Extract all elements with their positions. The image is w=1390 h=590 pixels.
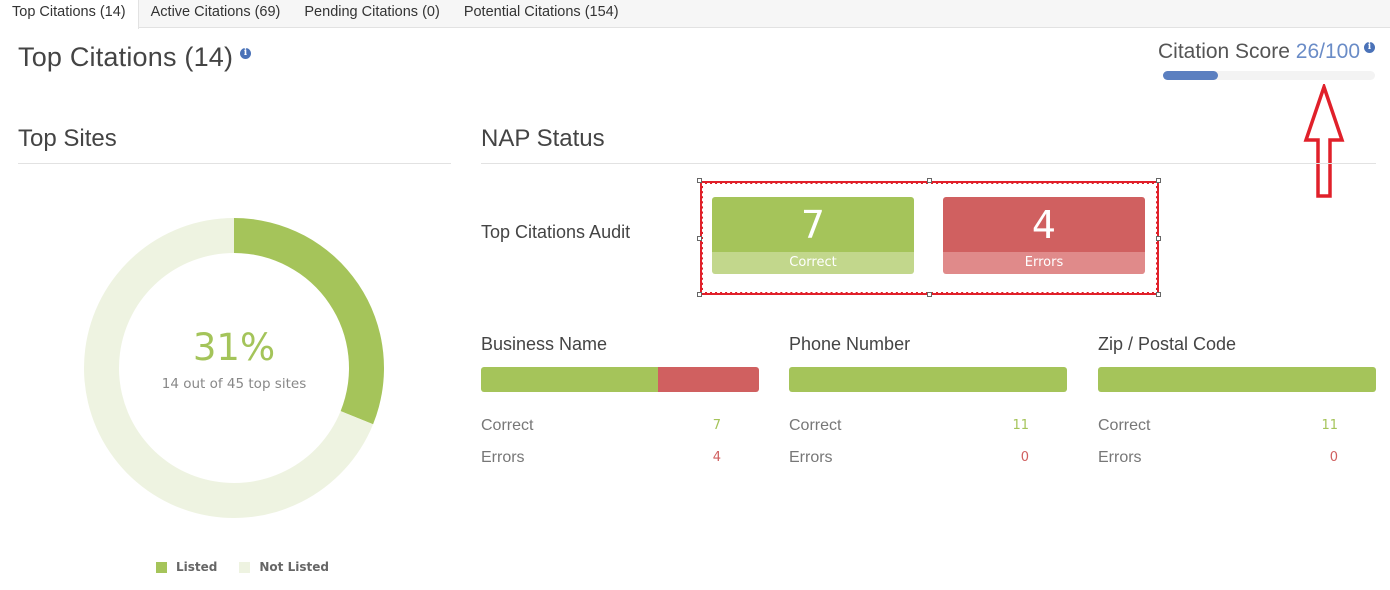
annotation-arrow-up-icon [1303, 84, 1345, 198]
selection-handle [1156, 292, 1161, 297]
legend-swatch-not-listed [239, 561, 251, 573]
legend-label-listed: Listed [176, 560, 218, 574]
donut-percent-label: 31% [192, 326, 276, 369]
audit-correct-label: Correct [712, 252, 914, 274]
audit-errors-label: Errors [943, 252, 1145, 274]
legend-item-listed[interactable]: Listed [156, 560, 217, 574]
citation-score-bar [1163, 71, 1375, 80]
nap-errors-label: Errors [481, 449, 525, 466]
nap-errors-value: 4 [712, 450, 721, 465]
nap-errors-row: Errors 0 [1098, 442, 1338, 474]
nap-errors-row: Errors 0 [789, 442, 1029, 474]
nap-field-business-name: Business Name Correct 7 Errors 4 [481, 334, 759, 474]
tab-pending-citations[interactable]: Pending Citations (0) [292, 0, 451, 28]
nap-correct-row: Correct 11 [1098, 410, 1338, 442]
nap-field-phone-number: Phone Number Correct 11 Errors 0 [789, 334, 1067, 474]
nap-correct-value: 11 [1321, 418, 1338, 433]
nap-field-zip-postal-code: Zip / Postal Code Correct 11 Errors 0 [1098, 334, 1376, 474]
donut-sub-label: 14 out of 45 top sites [161, 376, 307, 392]
nap-correct-label: Correct [789, 417, 842, 434]
tab-top-citations[interactable]: Top Citations (14) [0, 0, 139, 29]
nap-field-title: Phone Number [789, 334, 911, 354]
nap-errors-value: 0 [1329, 450, 1338, 465]
selection-handle [927, 292, 932, 297]
selection-handle [697, 292, 702, 297]
citation-score-value: 26/100 [1295, 40, 1360, 63]
tab-potential-citations[interactable]: Potential Citations (154) [452, 0, 631, 28]
legend-label-not-listed: Not Listed [259, 560, 329, 574]
legend-item-not-listed[interactable]: Not Listed [239, 560, 329, 574]
nap-errors-label: Errors [1098, 449, 1142, 466]
top-sites-title: Top Sites [18, 125, 117, 152]
nap-field-bar [1098, 367, 1376, 392]
citation-score: Citation Score 26/100 [1158, 40, 1360, 64]
nap-bar-segment-errors [657, 367, 759, 392]
selection-handle [1156, 178, 1161, 183]
audit-correct-card[interactable]: 7 Correct [712, 197, 914, 274]
nap-bar-segment-correct [1098, 367, 1376, 392]
page-title: Top Citations (14) [18, 42, 234, 72]
chart-legend: Listed Not Listed [156, 560, 351, 574]
info-icon[interactable]: i [240, 48, 251, 59]
nap-field-bar [789, 367, 1067, 392]
nap-bar-segment-correct [481, 367, 658, 392]
score-info-icon[interactable]: i [1364, 42, 1375, 53]
nap-correct-row: Correct 7 [481, 410, 721, 442]
nap-field-bar [481, 367, 759, 392]
nap-errors-value: 0 [1020, 450, 1029, 465]
nap-bar-segment-correct [789, 367, 1067, 392]
nap-correct-label: Correct [1098, 417, 1151, 434]
nap-status-divider [481, 163, 1376, 164]
selection-handle [927, 178, 932, 183]
tab-bar: Top Citations (14) Active Citations (69)… [0, 0, 1390, 29]
citation-score-bar-fill [1163, 71, 1219, 80]
selection-handle [697, 236, 702, 241]
top-sites-divider [18, 163, 451, 164]
audit-errors-card[interactable]: 4 Errors [943, 197, 1145, 274]
nap-correct-value: 11 [1012, 418, 1029, 433]
tab-active-citations[interactable]: Active Citations (69) [139, 0, 293, 28]
audit-errors-count: 4 [943, 197, 1145, 252]
top-citations-audit-label: Top Citations Audit [481, 222, 631, 242]
citation-score-label: Citation Score [1158, 40, 1290, 63]
nap-status-title: NAP Status [481, 125, 605, 152]
nap-field-title: Zip / Postal Code [1098, 334, 1237, 354]
nap-field-title: Business Name [481, 334, 608, 354]
nap-correct-label: Correct [481, 417, 534, 434]
top-sites-donut-chart: 31% 14 out of 45 top sites [83, 218, 385, 518]
nap-correct-value: 7 [712, 418, 721, 433]
nap-correct-row: Correct 11 [789, 410, 1029, 442]
nap-errors-label: Errors [789, 449, 833, 466]
selection-handle [697, 178, 702, 183]
selection-handle [1156, 236, 1161, 241]
legend-swatch-listed [156, 561, 167, 573]
donut-center: 31% 14 out of 45 top sites [84, 218, 384, 518]
nap-errors-row: Errors 4 [481, 442, 721, 474]
audit-correct-count: 7 [712, 197, 914, 252]
